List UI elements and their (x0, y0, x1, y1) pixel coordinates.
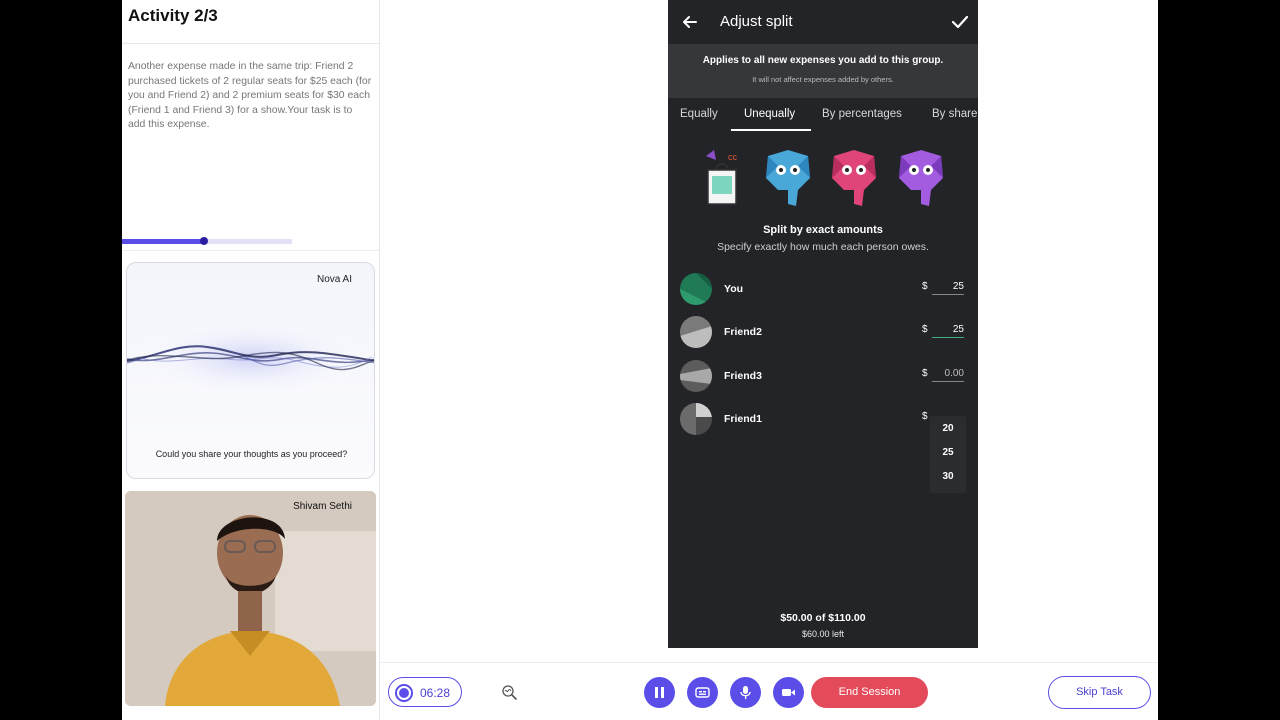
recording-timer: 06:28 (388, 677, 462, 707)
currency-symbol: $ (922, 324, 928, 335)
currency-symbol: $ (922, 411, 928, 422)
currency-symbol: $ (922, 368, 928, 379)
amount-suggestions: 20 25 30 (930, 416, 966, 493)
session-frame: Activity 2/3 Another expense made in the… (122, 0, 1158, 720)
progress-fill (122, 239, 204, 244)
divider (122, 43, 379, 44)
tab-unequally[interactable]: Unequally (744, 108, 795, 120)
microphone-icon (740, 686, 751, 699)
checkmark-icon[interactable] (950, 12, 970, 32)
amount-input[interactable]: 0.00 (932, 368, 964, 382)
person-silhouette-icon (125, 491, 376, 706)
split-mode-description: Specify exactly how much each person owe… (717, 241, 929, 253)
participant-video: Shivam Sethi (125, 491, 376, 706)
video-camera-icon (782, 689, 795, 696)
phone-screen: Adjust split Applies to all new expenses… (668, 0, 978, 648)
avatar (680, 273, 712, 305)
pause-icon (655, 687, 664, 698)
ai-question: Could you share your thoughts as you pro… (155, 449, 348, 459)
amount-input[interactable]: 25 (932, 281, 964, 295)
activity-title: Activity 2/3 (128, 6, 218, 25)
person-row: Friend3 $ 0.00 (668, 360, 978, 394)
info-banner: Applies to all new expenses you add to t… (668, 44, 978, 98)
split-mode-title: Split by exact amounts (763, 224, 883, 236)
suggestion-option[interactable]: 20 (930, 423, 966, 434)
avatar (680, 316, 712, 348)
pause-button[interactable] (644, 677, 675, 708)
app-header: Adjust split (668, 0, 978, 44)
progress-handle (199, 237, 208, 245)
avatar (680, 360, 712, 392)
brain-icon[interactable] (500, 683, 518, 701)
svg-text:cc: cc (728, 152, 738, 162)
amount-input[interactable]: 25 (932, 324, 964, 338)
ai-name: Nova AI (316, 274, 352, 285)
amount-left: $60.00 left (801, 629, 845, 639)
divider (122, 250, 379, 251)
banner-main-text: Applies to all new expenses you add to t… (702, 55, 944, 66)
active-tab-indicator (731, 129, 811, 131)
person-name: Friend2 (724, 326, 762, 338)
person-name: You (724, 283, 744, 295)
task-panel: Activity 2/3 Another expense made in the… (122, 0, 380, 720)
ai-assistant-card: Nova AI Could you share your thoughts as… (126, 262, 375, 479)
tab-by-percentages[interactable]: By percentages (822, 108, 902, 120)
total-assigned: $50.00 of $110.00 (780, 612, 866, 624)
pink-elephant-icon (832, 150, 876, 206)
avatar (680, 403, 712, 435)
person-row: Friend2 $ 25 (668, 316, 978, 350)
purple-elephant-icon (899, 150, 943, 206)
session-controls: 06:28 End Session Skip Task (380, 662, 1158, 720)
voice-wave-icon (127, 318, 374, 398)
suggestion-option[interactable]: 25 (930, 447, 966, 458)
microphone-button[interactable] (730, 677, 761, 708)
shopping-bag-icon: cc (706, 150, 738, 205)
currency-symbol: $ (922, 281, 928, 292)
person-row: You $ 25 (668, 273, 978, 307)
captions-icon (695, 687, 710, 698)
end-session-button[interactable]: End Session (811, 677, 928, 708)
camera-button[interactable] (773, 677, 804, 708)
tab-by-share[interactable]: By share (932, 108, 977, 120)
person-name: Friend3 (724, 370, 762, 382)
captions-button[interactable] (687, 677, 718, 708)
tab-equally[interactable]: Equally (680, 108, 718, 120)
person-name: Friend1 (724, 413, 762, 425)
task-description: Another expense made in the same trip: F… (128, 61, 372, 130)
suggestion-option[interactable]: 30 (930, 471, 966, 482)
blue-elephant-icon (766, 150, 810, 206)
participant-name: Shivam Sethi (293, 501, 352, 512)
back-arrow-icon[interactable] (680, 12, 700, 32)
screen-title: Adjust split (720, 13, 793, 30)
banner-sub-text: It will not affect expenses added by oth… (752, 75, 894, 84)
record-icon (395, 684, 413, 702)
timer-value: 06:28 (420, 686, 451, 700)
skip-task-button[interactable]: Skip Task (1048, 676, 1151, 709)
